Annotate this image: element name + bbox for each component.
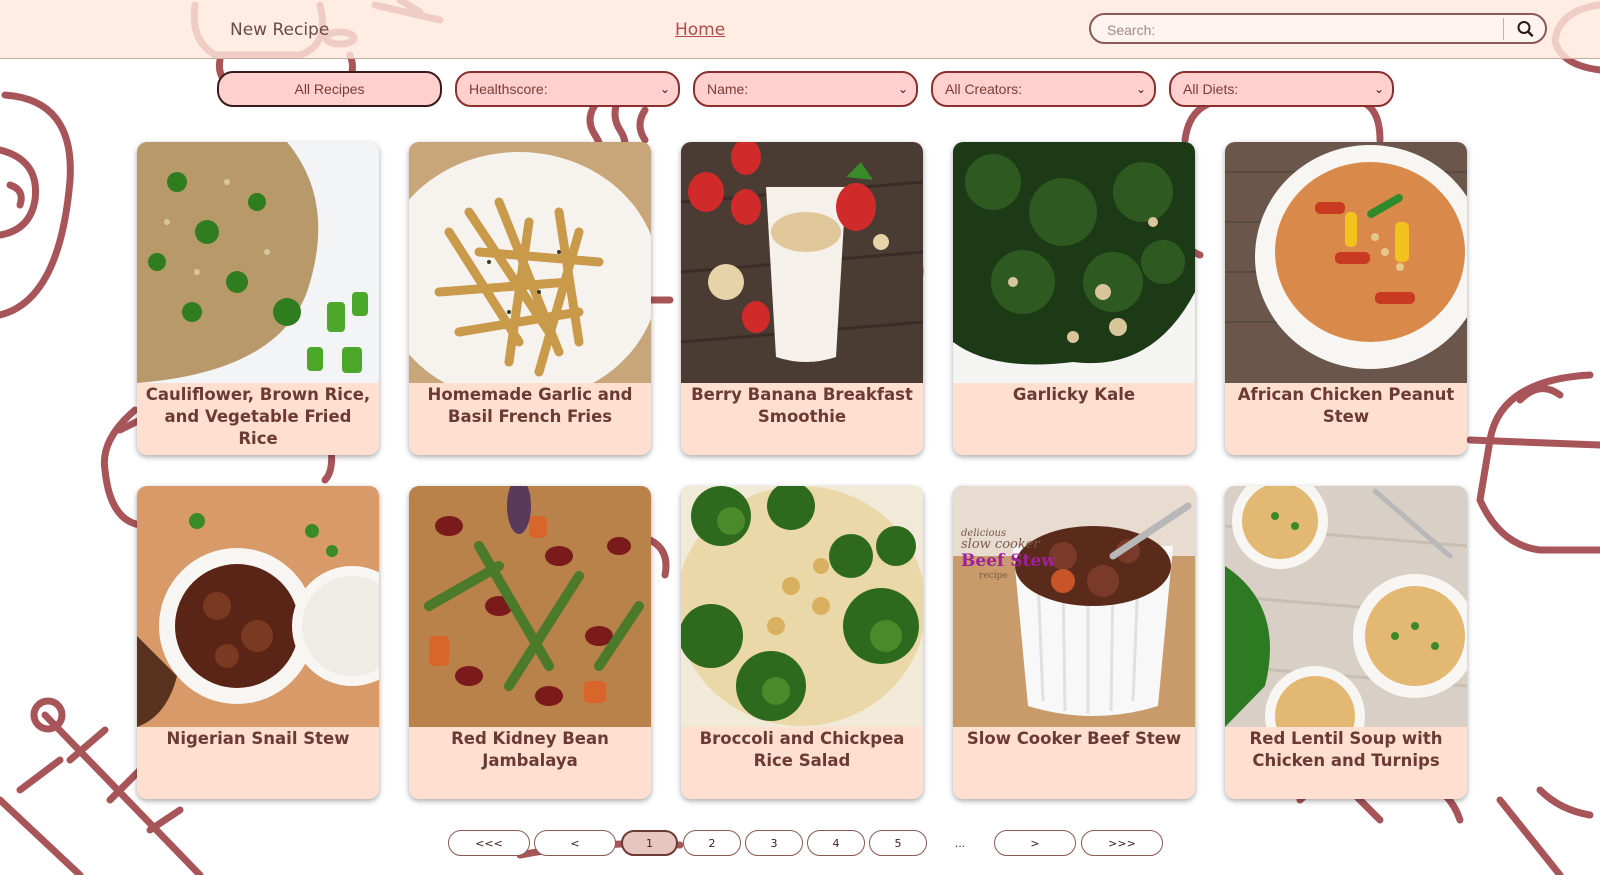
name-label: Name: bbox=[707, 81, 749, 97]
recipe-image-rice-salad bbox=[681, 486, 923, 727]
page-4-button[interactable]: 4 bbox=[807, 830, 865, 856]
search-button[interactable] bbox=[1509, 17, 1543, 41]
photo-text-recipe: recipe bbox=[979, 571, 1008, 581]
recipe-image-snail-stew bbox=[137, 486, 379, 727]
pagination-ellipsis: ... bbox=[955, 836, 966, 850]
last-page-button[interactable]: >>> bbox=[1081, 830, 1163, 856]
recipe-image-smoothie bbox=[681, 142, 923, 383]
recipe-title: Nigerian Snail Stew bbox=[166, 729, 350, 748]
recipe-card[interactable]: Berry Banana Breakfast Smoothie bbox=[681, 142, 923, 455]
page-1-button[interactable]: 1 bbox=[621, 830, 678, 856]
recipe-image-lentil-soup bbox=[1225, 486, 1467, 727]
creators-select[interactable]: All Creators: ⌄ bbox=[931, 71, 1156, 107]
recipe-title: Homemade Garlic and Basil French Fries bbox=[427, 385, 633, 426]
search-bar bbox=[1089, 13, 1547, 44]
search-input[interactable] bbox=[1105, 18, 1489, 42]
search-icon bbox=[1517, 21, 1534, 37]
recipe-card[interactable]: African Chicken Peanut Stew bbox=[1225, 142, 1467, 455]
pagination: <<< < 1 2 3 4 5 ... > >>> bbox=[0, 830, 1600, 860]
all-recipes-button[interactable]: All Recipes bbox=[217, 71, 442, 107]
recipe-image-jambalaya bbox=[409, 486, 651, 727]
prev-page-button[interactable]: < bbox=[534, 830, 616, 856]
photo-text-beef-stew: Beef Stew bbox=[961, 551, 1056, 571]
recipe-title: Red Lentil Soup with Chicken and Turnips bbox=[1249, 729, 1443, 770]
chevron-down-icon: ⌄ bbox=[1135, 82, 1146, 96]
recipe-image-peanut-stew bbox=[1225, 142, 1467, 383]
filter-bar: All Recipes Healthscore: ⌄ Name: ⌄ All C… bbox=[0, 71, 1600, 107]
recipe-image-french-fries bbox=[409, 142, 651, 383]
chevron-down-icon: ⌄ bbox=[1373, 82, 1384, 96]
recipe-title: Garlicky Kale bbox=[1012, 385, 1136, 404]
recipe-title: Cauliflower, Brown Rice, and Vegetable F… bbox=[145, 385, 371, 448]
healthscore-select[interactable]: Healthscore: ⌄ bbox=[455, 71, 680, 107]
diets-label: All Diets: bbox=[1183, 81, 1239, 97]
recipe-card[interactable]: Nigerian Snail Stew bbox=[137, 486, 379, 799]
recipe-card[interactable]: Broccoli and Chickpea Rice Salad bbox=[681, 486, 923, 799]
recipe-image-kale bbox=[953, 142, 1195, 383]
healthscore-label: Healthscore: bbox=[469, 81, 548, 97]
all-recipes-label: All Recipes bbox=[294, 81, 365, 97]
page-5-button[interactable]: 5 bbox=[869, 830, 927, 856]
recipe-card[interactable]: Red Lentil Soup with Chicken and Turnips bbox=[1225, 486, 1467, 799]
creators-label: All Creators: bbox=[945, 81, 1023, 97]
recipe-card[interactable]: Homemade Garlic and Basil French Fries bbox=[409, 142, 651, 455]
search-divider bbox=[1503, 18, 1504, 40]
recipe-title: Berry Banana Breakfast Smoothie bbox=[691, 385, 913, 426]
chevron-down-icon: ⌄ bbox=[897, 82, 908, 96]
recipe-card[interactable]: Red Kidney Bean Jambalaya bbox=[409, 486, 651, 799]
first-page-button[interactable]: <<< bbox=[448, 830, 530, 856]
photo-text-slow-cooker: slow cooker bbox=[961, 537, 1040, 552]
page-2-button[interactable]: 2 bbox=[683, 830, 741, 856]
page-3-button[interactable]: 3 bbox=[745, 830, 803, 856]
recipe-title: Broccoli and Chickpea Rice Salad bbox=[699, 729, 905, 770]
recipe-image-fried-rice bbox=[137, 142, 379, 383]
recipe-image-beef-stew: delicious slow cooker Beef Stew recipe bbox=[953, 486, 1195, 727]
recipe-card[interactable]: Cauliflower, Brown Rice, and Vegetable F… bbox=[137, 142, 379, 455]
name-select[interactable]: Name: ⌄ bbox=[693, 71, 918, 107]
chevron-down-icon: ⌄ bbox=[659, 82, 670, 96]
recipe-card[interactable]: Garlicky Kale bbox=[953, 142, 1195, 455]
recipe-title: African Chicken Peanut Stew bbox=[1237, 385, 1455, 426]
recipe-card[interactable]: delicious slow cooker Beef Stew recipe S… bbox=[953, 486, 1195, 799]
diets-select[interactable]: All Diets: ⌄ bbox=[1169, 71, 1394, 107]
top-nav-bar: New Recipe Home bbox=[0, 0, 1600, 59]
recipe-title: Slow Cooker Beef Stew bbox=[966, 729, 1182, 748]
home-link[interactable]: Home bbox=[675, 20, 725, 40]
next-page-button[interactable]: > bbox=[994, 830, 1076, 856]
recipe-title: Red Kidney Bean Jambalaya bbox=[451, 729, 609, 770]
new-recipe-link[interactable]: New Recipe bbox=[230, 20, 329, 40]
